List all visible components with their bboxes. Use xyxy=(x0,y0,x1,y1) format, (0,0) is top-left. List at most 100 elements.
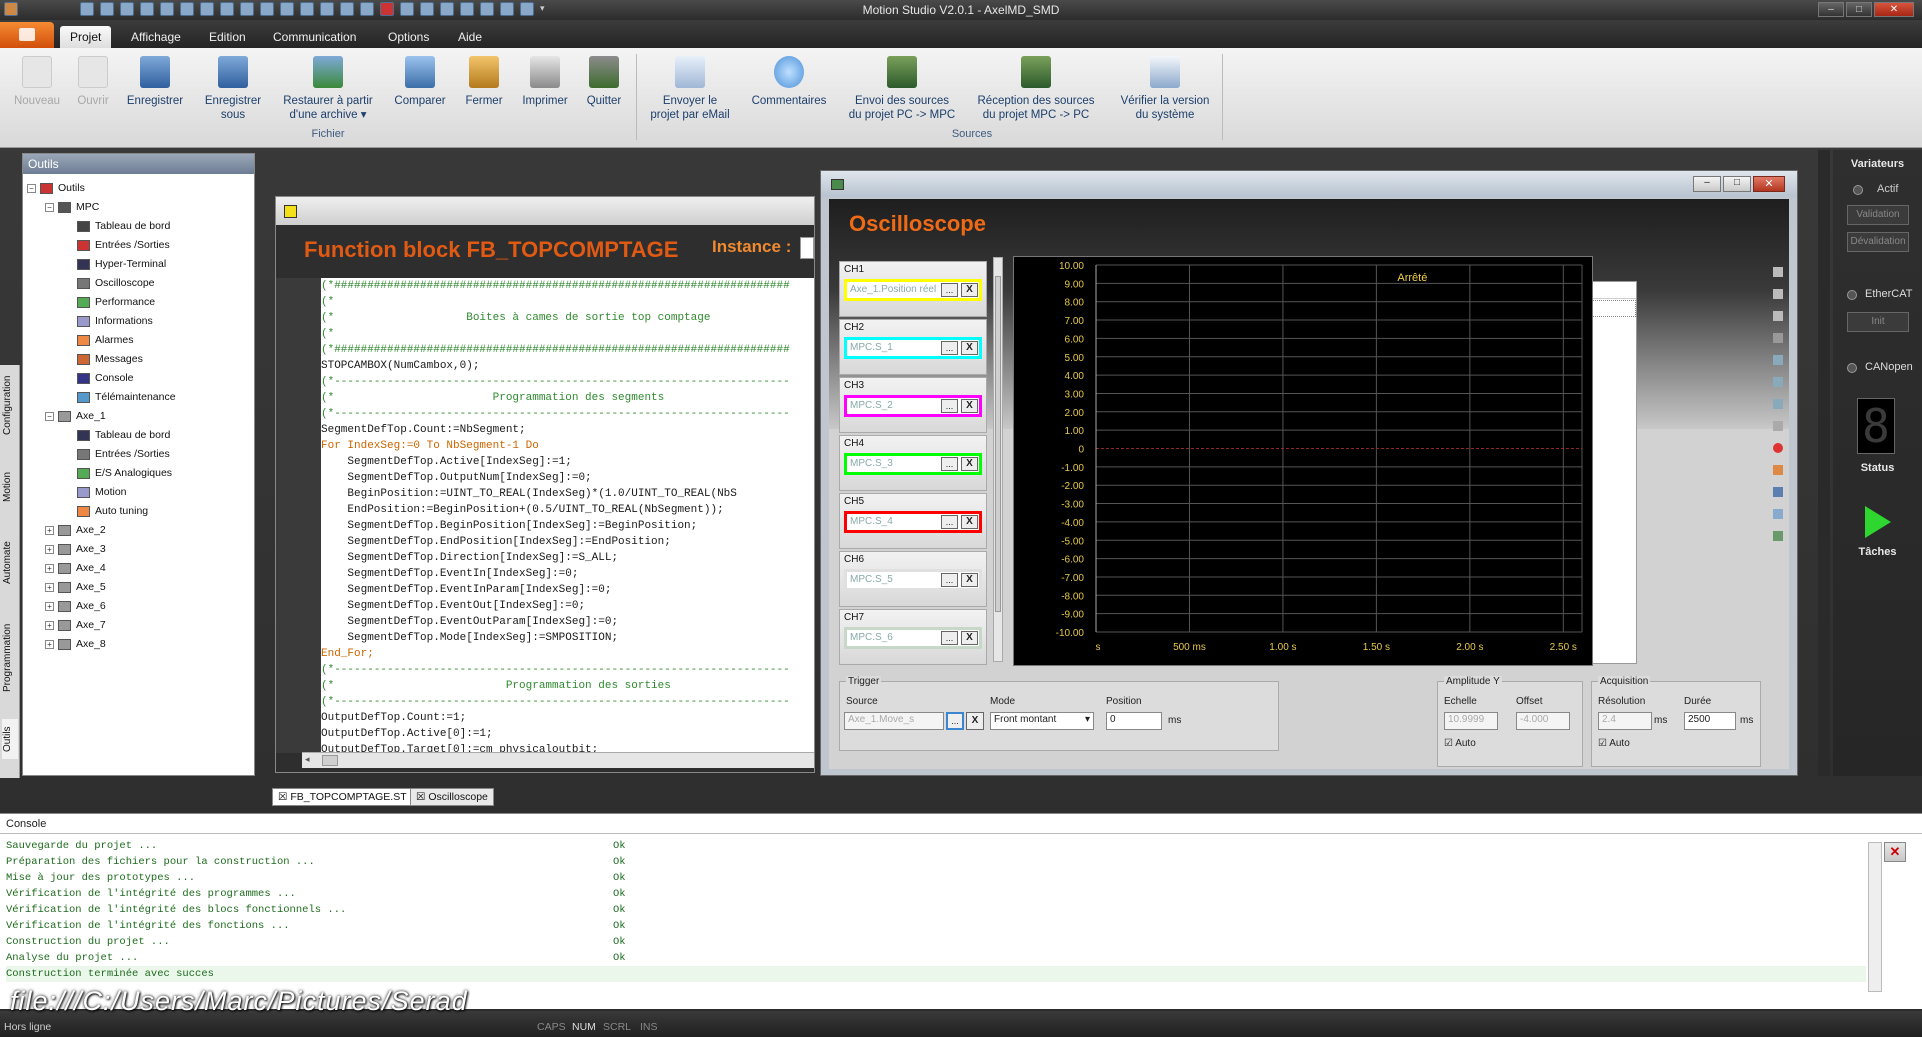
trigger-mode-select[interactable]: Front montant ▾ xyxy=(990,712,1094,730)
maximize-button[interactable]: □ xyxy=(1846,2,1872,17)
collapse-icon[interactable]: − xyxy=(45,202,54,212)
enregistrer-button[interactable]: Enregistrer xyxy=(112,56,198,108)
tree-node-axe[interactable]: + Axe_4 xyxy=(27,559,252,578)
offset-field[interactable]: -4.000 xyxy=(1516,712,1570,730)
tree-item-axe-1[interactable]: Entrées /Sorties xyxy=(27,445,252,464)
trigger-position-field[interactable]: 0 xyxy=(1106,712,1162,730)
amplitude-auto-checkbox[interactable]: ☑ Auto xyxy=(1444,738,1476,749)
close-icon[interactable]: ☒ xyxy=(278,791,287,803)
channel-browse-button[interactable]: ... xyxy=(941,341,958,355)
channel-browse-button[interactable]: ... xyxy=(941,515,958,529)
tree-node-axe[interactable]: + Axe_8 xyxy=(27,635,252,654)
resolution-field[interactable]: 2.4 xyxy=(1598,712,1652,730)
tree-item-mpc[interactable]: Télémaintenance xyxy=(27,388,252,407)
oscilloscope-plot-svg[interactable]: s 500 ms 1.00 s 1.50 s 2.00 s 2.50 s 10.00 9.00… xyxy=(1014,257,1594,667)
tree-node-axe[interactable]: + Axe_3 xyxy=(27,540,252,559)
stop-icon[interactable] xyxy=(1773,333,1783,343)
tree-item-mpc[interactable]: Console xyxy=(27,369,252,388)
actif-radio[interactable] xyxy=(1853,185,1863,195)
tree-item-mpc[interactable]: Oscilloscope xyxy=(27,274,252,293)
doc-tab-fb-topcomptage[interactable]: ☒ FB_TOPCOMPTAGE.ST xyxy=(272,788,413,806)
canopen-radio[interactable] xyxy=(1847,363,1857,373)
channel-clear-button[interactable]: X xyxy=(961,341,978,355)
measure-icon[interactable] xyxy=(1773,311,1783,321)
save-capture-icon[interactable] xyxy=(1773,487,1783,497)
collapse-icon[interactable]: − xyxy=(45,411,54,421)
record-icon[interactable] xyxy=(1773,443,1783,453)
tree-item-axe-1[interactable]: Motion xyxy=(27,483,252,502)
tree-item-mpc[interactable]: Hyper-Terminal xyxy=(27,255,252,274)
channel-source-field[interactable]: Axe_1.Position réel... X xyxy=(844,279,982,301)
tab-options[interactable]: Options xyxy=(378,26,439,48)
validation-button[interactable]: Validation xyxy=(1847,205,1909,225)
commentaires-button[interactable]: Commentaires xyxy=(743,56,835,108)
channel-clear-button[interactable]: X xyxy=(961,573,978,587)
channel-source-field[interactable]: MPC.S_4... X xyxy=(844,511,982,533)
channel-source-field[interactable]: MPC.S_2... X xyxy=(844,395,982,417)
side-tab-programmation[interactable]: Programmation xyxy=(2,613,18,703)
side-tab-outils[interactable]: Outils xyxy=(2,719,18,759)
close-icon[interactable]: ☒ xyxy=(416,791,425,803)
trigger-source-browse-button[interactable]: ... xyxy=(946,712,964,730)
verifier-version-button[interactable]: Vérifier la version du système xyxy=(1110,56,1220,122)
tab-aide[interactable]: Aide xyxy=(448,26,492,48)
close-button[interactable]: ✕ xyxy=(1874,2,1914,17)
application-button[interactable] xyxy=(0,22,54,48)
image-icon[interactable] xyxy=(1773,531,1783,541)
channel-source-field[interactable]: MPC.S_5... X xyxy=(844,569,982,591)
side-tab-motion[interactable]: Motion xyxy=(2,463,18,511)
expand-icon[interactable]: + xyxy=(45,620,54,630)
tree-item-mpc[interactable]: Messages xyxy=(27,350,252,369)
osc-maximize-button[interactable]: □ xyxy=(1723,176,1751,192)
restaurer-button[interactable]: Restaurer à partir d'une archive ▾ xyxy=(272,56,384,122)
osc-close-button[interactable]: ✕ xyxy=(1753,176,1785,192)
tab-projet[interactable]: Projet xyxy=(60,26,112,48)
trigger-source-field[interactable]: Axe_1.Move_s xyxy=(844,712,944,730)
envoi-sources-button[interactable]: Envoi des sources du projet PC -> MPC xyxy=(840,56,964,122)
channel-clear-button[interactable]: X xyxy=(961,399,978,413)
tree-item-axe-1[interactable]: Auto tuning xyxy=(27,502,252,521)
minimize-button[interactable]: – xyxy=(1818,2,1844,17)
pointer-icon[interactable] xyxy=(1773,421,1783,431)
osc-minimize-button[interactable]: – xyxy=(1693,176,1721,192)
code-editor[interactable]: (*######################################… xyxy=(321,278,814,753)
tree-item-axe-1[interactable]: Tableau de bord xyxy=(27,426,252,445)
channel-clear-button[interactable]: X xyxy=(961,457,978,471)
tree-item-axe-1[interactable]: E/S Analogiques xyxy=(27,464,252,483)
tree-item-mpc[interactable]: Alarmes xyxy=(27,331,252,350)
tree-item-mpc[interactable]: Informations xyxy=(27,312,252,331)
channel-scrollbar[interactable] xyxy=(993,257,1003,662)
channel-browse-button[interactable]: ... xyxy=(941,399,958,413)
expand-icon[interactable]: + xyxy=(45,544,54,554)
trigger-source-clear-button[interactable]: X xyxy=(966,712,984,730)
ethercat-radio[interactable] xyxy=(1847,290,1857,300)
expand-icon[interactable]: + xyxy=(45,601,54,611)
trigger-icon[interactable] xyxy=(1773,465,1783,475)
channel-browse-button[interactable]: ... xyxy=(941,573,958,587)
horizontal-zoom-icon[interactable] xyxy=(1773,377,1783,387)
collapse-icon[interactable]: − xyxy=(27,183,36,193)
export-icon[interactable] xyxy=(1773,509,1783,519)
tree-node-axe[interactable]: + Axe_7 xyxy=(27,616,252,635)
channel-source-field[interactable]: MPC.S_6... X xyxy=(844,627,982,649)
echelle-field[interactable]: 10.9999 xyxy=(1444,712,1498,730)
doc-tab-oscilloscope[interactable]: ☒ Oscilloscope xyxy=(410,788,494,806)
duree-field[interactable]: 2500 xyxy=(1684,712,1736,730)
side-tab-configuration[interactable]: Configuration xyxy=(2,369,18,441)
quitter-button[interactable]: Quitter xyxy=(561,56,647,108)
devalidation-button[interactable]: Dévalidation xyxy=(1847,232,1909,252)
play-icon[interactable] xyxy=(1865,506,1891,538)
side-tab-automate[interactable]: Automate xyxy=(2,533,18,593)
vertical-zoom-icon[interactable] xyxy=(1773,355,1783,365)
tab-affichage[interactable]: Affichage xyxy=(121,26,191,48)
zoom-icon[interactable] xyxy=(1773,267,1783,277)
tab-communication[interactable]: Communication xyxy=(263,26,366,48)
channel-browse-button[interactable]: ... xyxy=(941,457,958,471)
zoom-in-icon[interactable] xyxy=(1773,399,1783,409)
channel-browse-button[interactable]: ... xyxy=(941,631,958,645)
scroll-left-icon[interactable]: ◂ xyxy=(305,754,310,765)
envoyer-email-button[interactable]: Envoyer le projet par eMail xyxy=(640,56,740,122)
expand-icon[interactable]: + xyxy=(45,563,54,573)
init-button[interactable]: Init xyxy=(1847,312,1909,332)
channel-clear-button[interactable]: X xyxy=(961,515,978,529)
